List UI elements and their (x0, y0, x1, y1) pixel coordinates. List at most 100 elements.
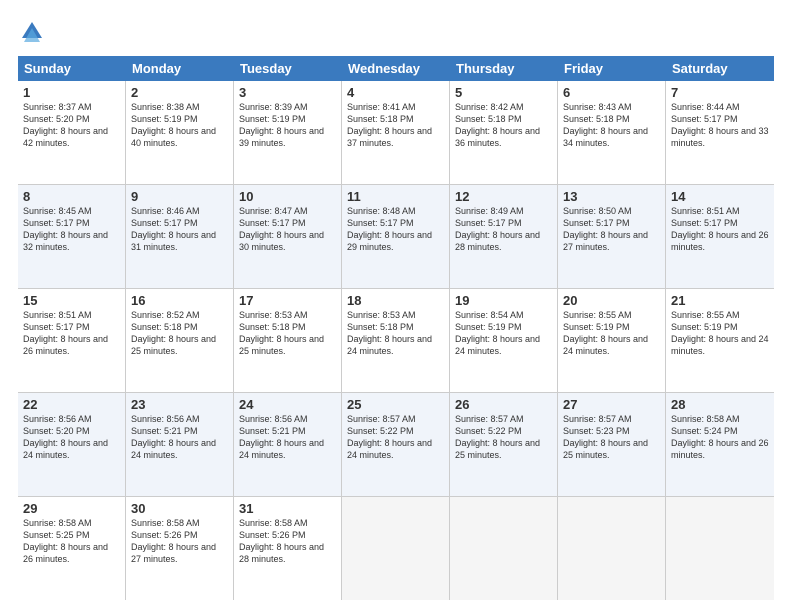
calendar-cell: 13Sunrise: 8:50 AM Sunset: 5:17 PM Dayli… (558, 185, 666, 288)
day-number: 28 (671, 397, 769, 412)
calendar-row: 8Sunrise: 8:45 AM Sunset: 5:17 PM Daylig… (18, 185, 774, 289)
calendar-row: 29Sunrise: 8:58 AM Sunset: 5:25 PM Dayli… (18, 497, 774, 600)
page: SundayMondayTuesdayWednesdayThursdayFrid… (0, 0, 792, 612)
day-number: 5 (455, 85, 552, 100)
day-number: 18 (347, 293, 444, 308)
cell-info: Sunrise: 8:57 AM Sunset: 5:22 PM Dayligh… (347, 413, 444, 462)
calendar-header: SundayMondayTuesdayWednesdayThursdayFrid… (18, 56, 774, 81)
calendar-cell: 15Sunrise: 8:51 AM Sunset: 5:17 PM Dayli… (18, 289, 126, 392)
calendar-cell: 2Sunrise: 8:38 AM Sunset: 5:19 PM Daylig… (126, 81, 234, 184)
day-number: 13 (563, 189, 660, 204)
calendar-cell: 27Sunrise: 8:57 AM Sunset: 5:23 PM Dayli… (558, 393, 666, 496)
calendar-cell: 28Sunrise: 8:58 AM Sunset: 5:24 PM Dayli… (666, 393, 774, 496)
calendar-cell: 14Sunrise: 8:51 AM Sunset: 5:17 PM Dayli… (666, 185, 774, 288)
day-number: 21 (671, 293, 769, 308)
weekday-header: Thursday (450, 56, 558, 81)
calendar-cell: 3Sunrise: 8:39 AM Sunset: 5:19 PM Daylig… (234, 81, 342, 184)
cell-info: Sunrise: 8:53 AM Sunset: 5:18 PM Dayligh… (239, 309, 336, 358)
calendar-row: 1Sunrise: 8:37 AM Sunset: 5:20 PM Daylig… (18, 81, 774, 185)
day-number: 8 (23, 189, 120, 204)
calendar-cell: 25Sunrise: 8:57 AM Sunset: 5:22 PM Dayli… (342, 393, 450, 496)
cell-info: Sunrise: 8:46 AM Sunset: 5:17 PM Dayligh… (131, 205, 228, 254)
weekday-header: Saturday (666, 56, 774, 81)
cell-info: Sunrise: 8:47 AM Sunset: 5:17 PM Dayligh… (239, 205, 336, 254)
day-number: 3 (239, 85, 336, 100)
calendar-cell: 12Sunrise: 8:49 AM Sunset: 5:17 PM Dayli… (450, 185, 558, 288)
cell-info: Sunrise: 8:51 AM Sunset: 5:17 PM Dayligh… (671, 205, 769, 254)
day-number: 24 (239, 397, 336, 412)
empty-cell (666, 497, 774, 600)
cell-info: Sunrise: 8:57 AM Sunset: 5:23 PM Dayligh… (563, 413, 660, 462)
calendar-cell: 7Sunrise: 8:44 AM Sunset: 5:17 PM Daylig… (666, 81, 774, 184)
day-number: 19 (455, 293, 552, 308)
empty-cell (450, 497, 558, 600)
calendar-cell: 26Sunrise: 8:57 AM Sunset: 5:22 PM Dayli… (450, 393, 558, 496)
day-number: 6 (563, 85, 660, 100)
calendar-cell: 1Sunrise: 8:37 AM Sunset: 5:20 PM Daylig… (18, 81, 126, 184)
cell-info: Sunrise: 8:42 AM Sunset: 5:18 PM Dayligh… (455, 101, 552, 150)
day-number: 17 (239, 293, 336, 308)
header (18, 18, 774, 46)
day-number: 7 (671, 85, 769, 100)
day-number: 12 (455, 189, 552, 204)
weekday-header: Sunday (18, 56, 126, 81)
cell-info: Sunrise: 8:38 AM Sunset: 5:19 PM Dayligh… (131, 101, 228, 150)
calendar-cell: 11Sunrise: 8:48 AM Sunset: 5:17 PM Dayli… (342, 185, 450, 288)
cell-info: Sunrise: 8:57 AM Sunset: 5:22 PM Dayligh… (455, 413, 552, 462)
day-number: 31 (239, 501, 336, 516)
day-number: 27 (563, 397, 660, 412)
cell-info: Sunrise: 8:58 AM Sunset: 5:26 PM Dayligh… (131, 517, 228, 566)
day-number: 11 (347, 189, 444, 204)
calendar-cell: 8Sunrise: 8:45 AM Sunset: 5:17 PM Daylig… (18, 185, 126, 288)
day-number: 23 (131, 397, 228, 412)
cell-info: Sunrise: 8:43 AM Sunset: 5:18 PM Dayligh… (563, 101, 660, 150)
cell-info: Sunrise: 8:56 AM Sunset: 5:21 PM Dayligh… (131, 413, 228, 462)
empty-cell (558, 497, 666, 600)
logo-icon (18, 18, 46, 46)
calendar-row: 15Sunrise: 8:51 AM Sunset: 5:17 PM Dayli… (18, 289, 774, 393)
cell-info: Sunrise: 8:39 AM Sunset: 5:19 PM Dayligh… (239, 101, 336, 150)
day-number: 4 (347, 85, 444, 100)
cell-info: Sunrise: 8:51 AM Sunset: 5:17 PM Dayligh… (23, 309, 120, 358)
cell-info: Sunrise: 8:58 AM Sunset: 5:24 PM Dayligh… (671, 413, 769, 462)
cell-info: Sunrise: 8:37 AM Sunset: 5:20 PM Dayligh… (23, 101, 120, 150)
calendar-cell: 17Sunrise: 8:53 AM Sunset: 5:18 PM Dayli… (234, 289, 342, 392)
cell-info: Sunrise: 8:54 AM Sunset: 5:19 PM Dayligh… (455, 309, 552, 358)
calendar-cell: 21Sunrise: 8:55 AM Sunset: 5:19 PM Dayli… (666, 289, 774, 392)
cell-info: Sunrise: 8:45 AM Sunset: 5:17 PM Dayligh… (23, 205, 120, 254)
cell-info: Sunrise: 8:48 AM Sunset: 5:17 PM Dayligh… (347, 205, 444, 254)
cell-info: Sunrise: 8:41 AM Sunset: 5:18 PM Dayligh… (347, 101, 444, 150)
day-number: 15 (23, 293, 120, 308)
calendar-cell: 18Sunrise: 8:53 AM Sunset: 5:18 PM Dayli… (342, 289, 450, 392)
calendar-cell: 29Sunrise: 8:58 AM Sunset: 5:25 PM Dayli… (18, 497, 126, 600)
day-number: 25 (347, 397, 444, 412)
cell-info: Sunrise: 8:52 AM Sunset: 5:18 PM Dayligh… (131, 309, 228, 358)
cell-info: Sunrise: 8:53 AM Sunset: 5:18 PM Dayligh… (347, 309, 444, 358)
calendar-cell: 31Sunrise: 8:58 AM Sunset: 5:26 PM Dayli… (234, 497, 342, 600)
calendar-cell: 5Sunrise: 8:42 AM Sunset: 5:18 PM Daylig… (450, 81, 558, 184)
weekday-header: Wednesday (342, 56, 450, 81)
calendar-cell: 19Sunrise: 8:54 AM Sunset: 5:19 PM Dayli… (450, 289, 558, 392)
calendar-body: 1Sunrise: 8:37 AM Sunset: 5:20 PM Daylig… (18, 81, 774, 600)
calendar: SundayMondayTuesdayWednesdayThursdayFrid… (18, 56, 774, 600)
day-number: 1 (23, 85, 120, 100)
day-number: 29 (23, 501, 120, 516)
calendar-cell: 9Sunrise: 8:46 AM Sunset: 5:17 PM Daylig… (126, 185, 234, 288)
calendar-cell: 20Sunrise: 8:55 AM Sunset: 5:19 PM Dayli… (558, 289, 666, 392)
logo (18, 18, 50, 46)
calendar-cell: 22Sunrise: 8:56 AM Sunset: 5:20 PM Dayli… (18, 393, 126, 496)
calendar-cell: 23Sunrise: 8:56 AM Sunset: 5:21 PM Dayli… (126, 393, 234, 496)
cell-info: Sunrise: 8:55 AM Sunset: 5:19 PM Dayligh… (563, 309, 660, 358)
day-number: 16 (131, 293, 228, 308)
day-number: 2 (131, 85, 228, 100)
empty-cell (342, 497, 450, 600)
cell-info: Sunrise: 8:58 AM Sunset: 5:26 PM Dayligh… (239, 517, 336, 566)
day-number: 20 (563, 293, 660, 308)
calendar-cell: 24Sunrise: 8:56 AM Sunset: 5:21 PM Dayli… (234, 393, 342, 496)
cell-info: Sunrise: 8:55 AM Sunset: 5:19 PM Dayligh… (671, 309, 769, 358)
calendar-cell: 16Sunrise: 8:52 AM Sunset: 5:18 PM Dayli… (126, 289, 234, 392)
calendar-row: 22Sunrise: 8:56 AM Sunset: 5:20 PM Dayli… (18, 393, 774, 497)
cell-info: Sunrise: 8:56 AM Sunset: 5:20 PM Dayligh… (23, 413, 120, 462)
day-number: 10 (239, 189, 336, 204)
weekday-header: Tuesday (234, 56, 342, 81)
